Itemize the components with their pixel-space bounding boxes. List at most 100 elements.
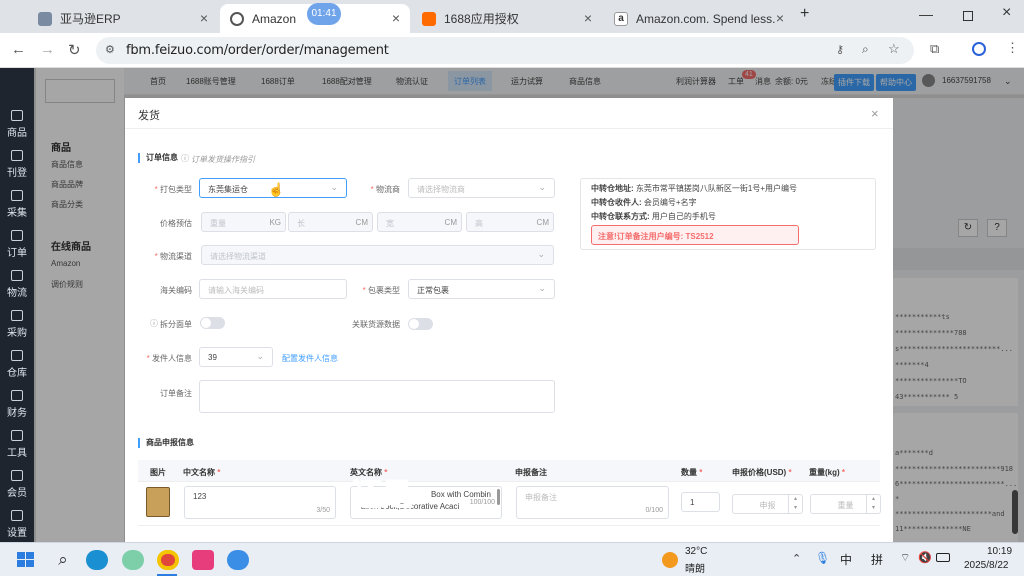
microphone-icon[interactable]: 🎙 <box>815 551 830 565</box>
stepper-arrows-icon[interactable]: ▴ ▾ <box>788 495 802 513</box>
new-tab-icon[interactable]: + <box>800 5 809 23</box>
sidebar-item-settings[interactable]: 设置 <box>0 504 34 544</box>
ime-pinyin[interactable]: 拼 <box>871 551 883 568</box>
sidebar-item-collect[interactable]: 采集 <box>0 184 34 224</box>
divider <box>125 128 893 129</box>
close-icon[interactable]: × <box>871 106 879 121</box>
chat-icon[interactable] <box>227 550 249 570</box>
carrier-select[interactable]: 请选择物流商 ⌄ <box>408 178 555 198</box>
battery-icon[interactable] <box>936 553 950 562</box>
forward-icon[interactable]: → <box>40 41 55 58</box>
sidebar-item-label: 商品 <box>7 128 27 139</box>
split-toggle[interactable] <box>200 317 225 329</box>
minimize-icon[interactable]: — <box>919 6 933 22</box>
box-icon <box>11 110 23 121</box>
reload-icon[interactable]: ↻ <box>68 41 81 59</box>
price-stepper[interactable]: 申报 ▴ ▾ <box>732 494 803 514</box>
omnibox[interactable]: ⚙ fbm.feizuo.com/order/order/management … <box>96 37 914 64</box>
gear-icon <box>11 510 23 521</box>
sidebar-item-tools[interactable]: 工具 <box>0 424 34 464</box>
contact-label: 中转仓联系方式: <box>591 212 650 221</box>
warning-banner: 注意!订单备注用户编号: TS2512 <box>591 225 799 245</box>
back-icon[interactable]: ← <box>11 41 26 58</box>
tray-chevron-up-icon[interactable]: ⌃ <box>792 552 801 565</box>
sender-value: 39 <box>208 353 217 362</box>
clock-date[interactable]: 2025/8/22 <box>964 560 1009 571</box>
tab-label: 亚马逊ERP <box>60 12 121 26</box>
sidebar-item-warehouse[interactable]: 仓库 <box>0 344 34 384</box>
extensions-icon[interactable]: ⧉ <box>930 41 939 57</box>
home-icon <box>11 270 23 281</box>
remark-textarea[interactable] <box>199 380 555 413</box>
profile-icon[interactable] <box>972 42 986 56</box>
bookmark-star-icon[interactable]: ☆ <box>888 41 900 57</box>
sidebar-item-label: 会员 <box>7 488 27 499</box>
guide-link[interactable]: 订单发货操作指引 <box>191 154 255 165</box>
customs-input[interactable]: 请输入海关编码 <box>199 279 347 299</box>
speaker-muted-icon[interactable]: 🔇 <box>918 551 932 564</box>
scrollbar-thumb[interactable] <box>497 489 500 505</box>
unit-kg: KG <box>269 218 281 227</box>
clock-time[interactable]: 10:19 <box>987 546 1012 557</box>
remark-counter: 0/100 <box>645 507 663 514</box>
sidebar-item-finance[interactable]: 财务 <box>0 384 34 424</box>
weight-stepper[interactable]: 重量 ▴ ▾ <box>810 494 881 514</box>
key-icon[interactable]: ⚷ <box>836 43 844 56</box>
stepper-arrows-icon[interactable]: ▴ ▾ <box>866 495 880 513</box>
tab-erp[interactable]: 亚马逊ERP × <box>28 4 218 33</box>
search-icon[interactable]: ⌕ <box>52 550 74 570</box>
sidebar-item-label: 工具 <box>7 448 27 459</box>
edge-icon[interactable] <box>86 550 108 570</box>
collect-icon <box>11 190 23 201</box>
tab-amazon-com[interactable]: a Amazon.com. Spend less. Sm × <box>604 4 794 33</box>
close-tab-icon[interactable]: × <box>776 10 784 26</box>
close-tab-icon[interactable]: × <box>200 10 208 26</box>
sidebar-item-logistics[interactable]: 物流 <box>0 264 34 304</box>
wifi-icon[interactable]: ⌔ <box>900 551 910 565</box>
sidebar-item-goods[interactable]: 商品 <box>0 104 34 144</box>
app-icon[interactable] <box>122 550 144 570</box>
cart-icon <box>11 310 23 321</box>
windows-start-icon[interactable] <box>15 550 37 570</box>
restore-icon[interactable] <box>963 11 973 21</box>
close-tab-icon[interactable]: × <box>392 10 400 26</box>
sidebar-item-publish[interactable]: 刊登 <box>0 144 34 184</box>
quantity-input[interactable]: 1 <box>681 492 720 512</box>
weight-row-placeholder: 重量 <box>837 501 854 510</box>
sidebar-item-order[interactable]: 订单 <box>0 224 34 264</box>
width-input[interactable]: 宽 CM <box>377 212 462 232</box>
sidebar-item-label: 刊登 <box>7 168 27 179</box>
remark-input[interactable]: 申报备注 0/100 <box>516 486 669 519</box>
height-input[interactable]: 高 CM <box>466 212 554 232</box>
url-text[interactable]: fbm.feizuo.com/order/order/management <box>126 43 389 58</box>
package-type-select[interactable]: 正常包裹 ⌄ <box>408 279 555 299</box>
chrome-icon[interactable] <box>157 550 179 570</box>
menu-icon[interactable]: ⋮ <box>1006 40 1019 56</box>
sidebar-item-label: 采购 <box>7 328 27 339</box>
cn-name-counter: 3/50 <box>316 507 330 514</box>
zoom-icon[interactable]: ⌕ <box>862 42 869 57</box>
col-header-price: 申报价格(USD) <box>732 468 787 477</box>
length-placeholder: 长 <box>297 219 305 228</box>
en-name-counter: 100/100 <box>469 499 495 506</box>
sender-select[interactable]: 39 ⌄ <box>199 347 273 367</box>
close-tab-icon[interactable]: × <box>584 10 592 26</box>
ime-mode[interactable]: 中 <box>840 551 852 568</box>
length-input[interactable]: 长 CM <box>288 212 373 232</box>
sidebar-item-member[interactable]: 会员 <box>0 464 34 504</box>
site-info-icon[interactable]: ⚙ <box>105 43 115 56</box>
link-source-toggle[interactable] <box>408 318 433 330</box>
carrier-placeholder: 请选择物流商 <box>417 185 465 194</box>
tab-label: Amazon.com. Spend less. Sm <box>636 11 776 26</box>
tab-1688[interactable]: 1688应用授权 × <box>412 4 602 33</box>
chevron-down-icon: ⌄ <box>256 351 264 361</box>
app-icon[interactable] <box>192 550 214 570</box>
col-header-weight: 重量(kg) <box>809 468 840 477</box>
weight-input[interactable]: 重量 KG <box>201 212 286 232</box>
channel-select[interactable]: 请选择物流渠道 ⌄ <box>201 245 554 265</box>
cn-name-input[interactable]: 123 3/50 <box>184 486 336 519</box>
sidebar-item-purchase[interactable]: 采购 <box>0 304 34 344</box>
close-window-icon[interactable]: × <box>1002 4 1011 22</box>
sidebar-item-label: 采集 <box>7 208 27 219</box>
config-sender-link[interactable]: 配置发件人信息 <box>282 353 338 364</box>
